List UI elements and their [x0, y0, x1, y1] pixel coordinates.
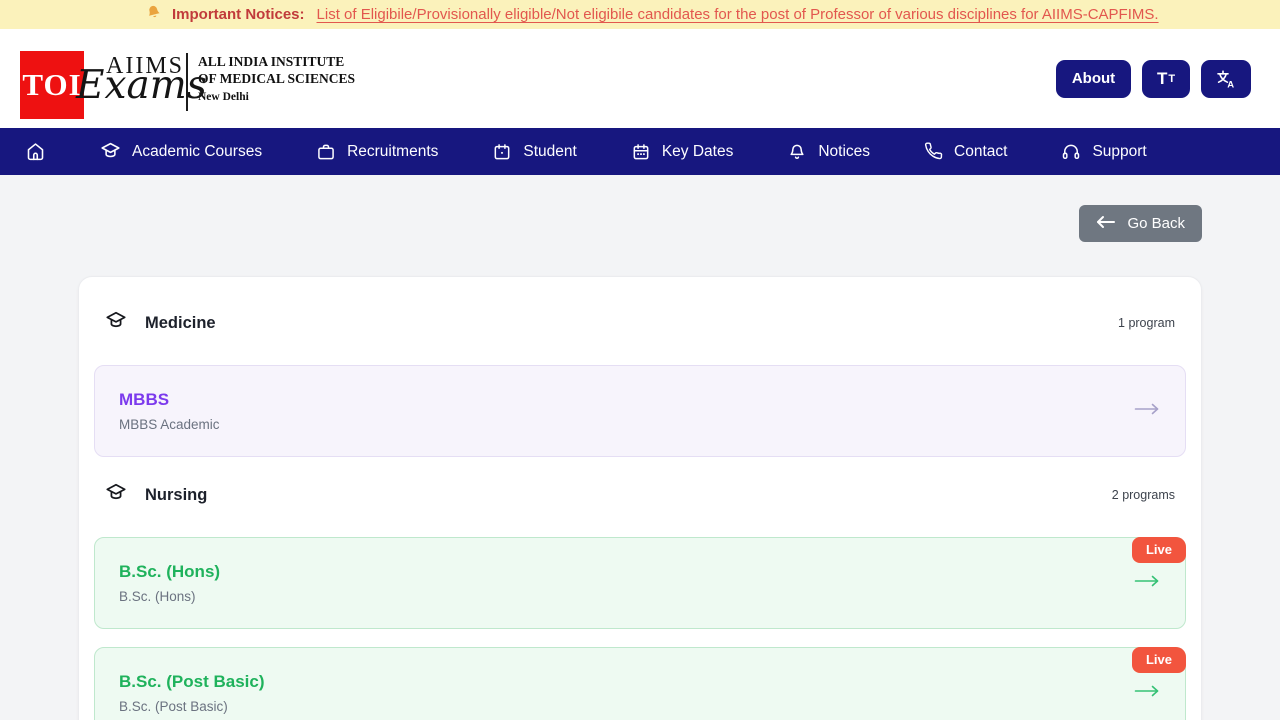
org-line1: ALL INDIA INSTITUTE	[198, 53, 355, 70]
org-city: New Delhi	[198, 90, 355, 105]
section-title: Nursing	[145, 486, 207, 505]
translate-button[interactable]: A	[1201, 60, 1251, 98]
program-subtitle: B.Sc. (Post Basic)	[119, 699, 1161, 714]
nav-contact[interactable]: Contact	[924, 142, 1007, 161]
nav-student[interactable]: Student	[492, 142, 576, 162]
program-title: B.Sc. (Hons)	[119, 562, 1161, 582]
arrow-right-icon	[1134, 402, 1160, 420]
program-title: B.Sc. (Post Basic)	[119, 672, 1161, 692]
notice-link[interactable]: List of Eligibile/Provisionally eligible…	[317, 6, 1159, 23]
live-badge: Live	[1132, 647, 1186, 673]
program-count: 1 program	[1118, 316, 1175, 330]
main-nav: Academic Courses Recruitments Student	[0, 128, 1280, 175]
translate-icon: A	[1215, 69, 1237, 89]
program-subtitle: B.Sc. (Hons)	[119, 589, 1161, 604]
go-back-button[interactable]: Go Back	[1079, 205, 1202, 242]
phone-icon	[924, 142, 943, 161]
live-badge: Live	[1132, 537, 1186, 563]
section-header-nursing: Nursing 2 programs	[94, 481, 1186, 509]
main-content: Go Back Medicine 1 program MBBS MBBS Aca…	[0, 205, 1280, 720]
notice-label: Important Notices:	[172, 6, 305, 23]
org-line2: OF MEDICAL SCIENCES	[198, 70, 355, 87]
arrow-right-icon	[1134, 684, 1160, 702]
bell-icon	[144, 2, 166, 27]
program-count: 2 programs	[1112, 488, 1175, 502]
arrow-right-icon	[1134, 574, 1160, 592]
bell-icon	[787, 142, 807, 162]
svg-text:A: A	[1227, 79, 1234, 88]
program-card-mbbs[interactable]: MBBS MBBS Academic	[94, 365, 1186, 457]
brand: TOI AIIMS Exams ALL INDIA INSTITUTE OF M…	[0, 29, 355, 128]
headset-icon	[1061, 142, 1081, 162]
graduation-cap-icon	[100, 141, 121, 162]
program-title: MBBS	[119, 390, 1161, 410]
nav-support[interactable]: Support	[1061, 142, 1146, 162]
program-subtitle: MBBS Academic	[119, 417, 1161, 432]
org-name: ALL INDIA INSTITUTE OF MEDICAL SCIENCES …	[198, 53, 355, 104]
header-actions: About T T A	[1056, 60, 1251, 98]
home-icon	[25, 141, 46, 162]
text-size-button[interactable]: T T	[1142, 60, 1190, 98]
calendar-icon	[492, 142, 512, 162]
calendar-check-icon	[631, 142, 651, 162]
logo-script: Exams	[76, 63, 207, 108]
toi-watermark: TOI	[20, 51, 84, 119]
about-button[interactable]: About	[1056, 60, 1131, 98]
program-card-bsc-post-basic[interactable]: Live B.Sc. (Post Basic) B.Sc. (Post Basi…	[94, 647, 1186, 720]
graduation-cap-icon	[105, 482, 127, 509]
program-card-bsc-hons[interactable]: Live B.Sc. (Hons) B.Sc. (Hons)	[94, 537, 1186, 629]
arrow-left-icon	[1096, 215, 1116, 233]
aiims-exams-logo: AIIMS Exams	[82, 43, 176, 115]
nav-academic-courses[interactable]: Academic Courses	[100, 141, 262, 162]
programs-panel: Medicine 1 program MBBS MBBS Academic Nu…	[78, 276, 1202, 720]
briefcase-icon	[316, 142, 336, 162]
graduation-cap-icon	[105, 310, 127, 337]
nav-key-dates[interactable]: Key Dates	[631, 142, 734, 162]
section-header-medicine: Medicine 1 program	[94, 309, 1186, 337]
nav-notices[interactable]: Notices	[787, 142, 870, 162]
nav-recruitments[interactable]: Recruitments	[316, 142, 438, 162]
header: TOI AIIMS Exams ALL INDIA INSTITUTE OF M…	[0, 29, 1280, 128]
section-title: Medicine	[145, 314, 216, 333]
nav-home[interactable]	[25, 141, 46, 162]
notice-bar: Important Notices: List of Eligibile/Pro…	[0, 0, 1280, 29]
